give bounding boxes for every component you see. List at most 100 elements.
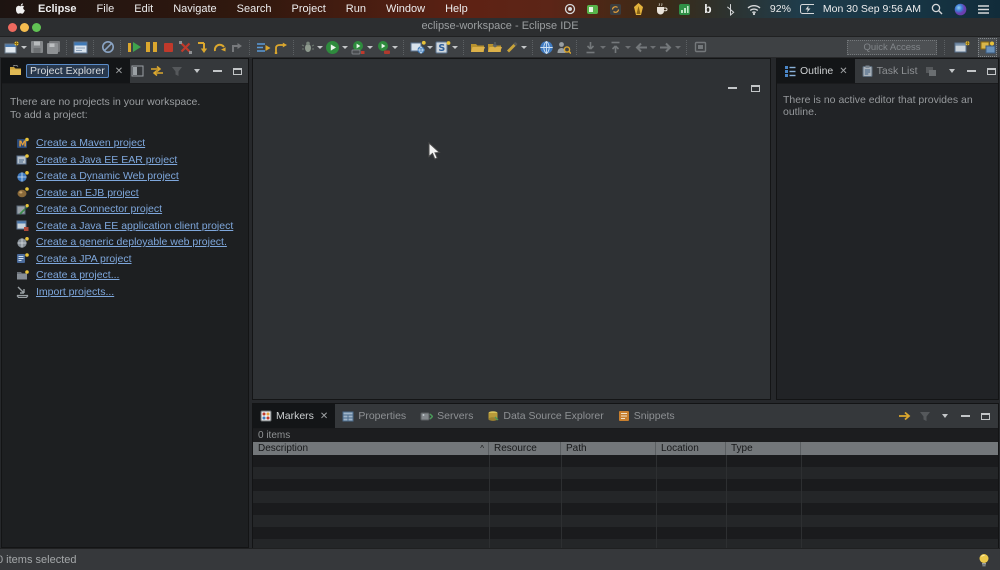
tab-task-list[interactable]: Task List (855, 59, 925, 83)
filter-icon[interactable] (170, 64, 184, 78)
run-icon[interactable] (324, 39, 341, 56)
previous-annotation-caret[interactable] (625, 45, 631, 49)
green-app-icon[interactable] (586, 2, 600, 16)
notification-center-icon[interactable] (976, 2, 990, 16)
run-on-server-menu-caret[interactable] (367, 45, 373, 49)
editor-area[interactable] (252, 58, 771, 400)
view-menu-icon[interactable] (938, 409, 952, 423)
column-header-description[interactable]: Description ^ (253, 442, 489, 455)
close-project-explorer-icon[interactable]: ✕ (115, 66, 123, 77)
resume-icon[interactable] (126, 39, 143, 56)
sync-icon[interactable] (609, 2, 623, 16)
wifi-icon[interactable] (747, 2, 761, 16)
new-javaee-wizard-caret[interactable] (427, 45, 433, 49)
maximize-view-icon[interactable] (978, 409, 992, 423)
column-header-path[interactable]: Path (561, 442, 656, 455)
create-ear-project-link[interactable]: Create a Java EE EAR project (36, 154, 177, 166)
suspend-icon[interactable] (143, 39, 160, 56)
create-maven-project-link[interactable]: Create a Maven project (36, 137, 145, 149)
link-with-editor-icon[interactable] (150, 64, 164, 78)
run-on-server-icon[interactable] (349, 39, 366, 56)
menu-run[interactable]: Run (336, 3, 376, 15)
debug-menu-caret[interactable] (317, 45, 323, 49)
back-icon[interactable] (632, 39, 649, 56)
save-all-icon[interactable] (45, 39, 62, 56)
new-javaee-wizard-icon[interactable] (409, 39, 426, 56)
minimize-view-icon[interactable] (210, 64, 224, 78)
new-server-menu-caret[interactable] (452, 45, 458, 49)
create-jpa-project-link[interactable]: Create a JPA project (36, 253, 132, 265)
menu-navigate[interactable]: Navigate (163, 3, 226, 15)
debug-icon[interactable] (299, 39, 316, 56)
menu-edit[interactable]: Edit (124, 3, 163, 15)
create-ejb-project-link[interactable]: Create an EJB project (36, 187, 139, 199)
create-app-client-project-link[interactable]: Create a Java EE application client proj… (36, 220, 233, 232)
open-folder-icon[interactable] (469, 39, 486, 56)
step-filters-icon[interactable] (255, 39, 272, 56)
create-project-link[interactable]: Create a project... (36, 269, 119, 281)
coffee-icon[interactable] (655, 2, 669, 16)
step-into-icon[interactable] (194, 39, 211, 56)
new-wizard-icon[interactable] (3, 39, 20, 56)
chart-icon[interactable] (678, 2, 692, 16)
tab-properties[interactable]: Properties (335, 404, 413, 428)
terminate-icon[interactable] (160, 39, 177, 56)
yellow-pen-icon[interactable] (632, 2, 646, 16)
create-dynamic-web-project-link[interactable]: Create a Dynamic Web project (36, 170, 179, 182)
web-browser-icon[interactable] (538, 39, 555, 56)
new-server-icon[interactable]: S (434, 39, 451, 56)
paintbrush-menu-caret[interactable] (521, 45, 527, 49)
siri-icon[interactable] (953, 2, 967, 16)
notifications-lightbulb-icon[interactable] (978, 553, 990, 568)
tab-project-explorer[interactable]: Project Explorer ✕ (2, 59, 131, 83)
record-icon[interactable] (563, 2, 577, 16)
bing-icon[interactable]: b (701, 2, 715, 16)
column-header-type[interactable]: Type (726, 442, 801, 455)
dialog-icon[interactable] (72, 39, 89, 56)
forward-menu-caret[interactable] (675, 45, 681, 49)
collapse-all-icon[interactable] (925, 64, 939, 78)
previous-annotation-icon[interactable] (607, 39, 624, 56)
open-type-icon[interactable] (555, 39, 572, 56)
tab-servers[interactable]: Servers (413, 404, 480, 428)
menu-search[interactable]: Search (227, 3, 282, 15)
focus-on-active-task-icon[interactable] (130, 64, 144, 78)
open-perspective-icon[interactable] (953, 39, 970, 56)
create-generic-web-project-link[interactable]: Create a generic deployable web project. (36, 236, 227, 248)
javaee-perspective-icon[interactable] (978, 37, 997, 57)
tab-data-source-explorer[interactable]: Data Source Explorer (480, 404, 610, 428)
minimize-view-icon[interactable] (958, 409, 972, 423)
menu-project[interactable]: Project (282, 3, 336, 15)
view-menu-icon[interactable] (945, 64, 959, 78)
run-menu-caret[interactable] (342, 45, 348, 49)
apple-icon[interactable] (14, 2, 28, 16)
step-return-icon[interactable] (228, 39, 245, 56)
menu-file[interactable]: File (87, 3, 125, 15)
close-markers-icon[interactable]: ✕ (320, 411, 328, 422)
column-header-location[interactable]: Location (656, 442, 726, 455)
next-annotation-caret[interactable] (600, 45, 606, 49)
paintbrush-icon[interactable] (503, 39, 520, 56)
close-outline-icon[interactable]: ✕ (839, 66, 847, 77)
disconnect-icon[interactable] (177, 39, 194, 56)
back-menu-caret[interactable] (650, 45, 656, 49)
maximize-view-icon[interactable] (985, 64, 999, 78)
menu-help[interactable]: Help (435, 3, 478, 15)
import-projects-link[interactable]: Import projects... (36, 286, 114, 298)
menu-window[interactable]: Window (376, 3, 435, 15)
maximize-view-icon[interactable] (230, 64, 244, 78)
maximize-editor-icon[interactable] (748, 81, 762, 95)
go-to-marker-icon[interactable] (898, 409, 912, 423)
spotlight-search-icon[interactable] (930, 2, 944, 16)
save-icon[interactable] (28, 39, 45, 56)
column-header-resource[interactable]: Resource (489, 442, 561, 455)
profile-menu-caret[interactable] (392, 45, 398, 49)
tab-markers[interactable]: Markers ✕ (253, 404, 336, 428)
minimize-view-icon[interactable] (965, 64, 979, 78)
tab-snippets[interactable]: Snippets (611, 404, 682, 428)
import-file-icon[interactable] (486, 39, 503, 56)
menubar-app-name[interactable]: Eclipse (28, 3, 87, 15)
profile-icon[interactable] (374, 39, 391, 56)
menubar-clock[interactable]: Mon 30 Sep 9:56 AM (823, 3, 921, 15)
view-menu-icon[interactable] (190, 64, 204, 78)
